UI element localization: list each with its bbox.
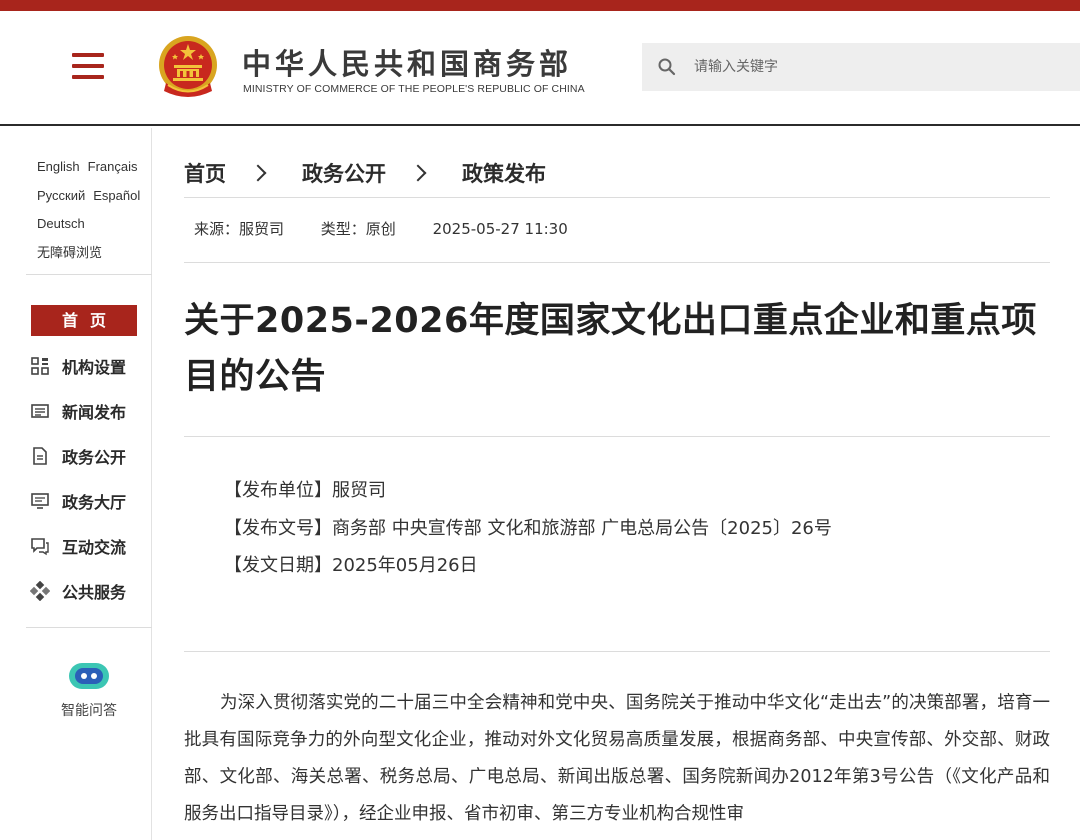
- sidebar-item-public-service[interactable]: 公共服务: [30, 578, 126, 604]
- hamburger-menu-icon[interactable]: [72, 53, 104, 79]
- sidebar-item-gov-affairs[interactable]: 政务公开: [30, 443, 126, 469]
- sidebar-item-interaction[interactable]: 互动交流: [30, 533, 126, 559]
- article-type: 类型：原创: [320, 220, 396, 238]
- document-icon: [33, 447, 47, 465]
- divider: [184, 436, 1050, 437]
- article-issue-date: 【发文日期】2025年05月26日: [224, 555, 478, 576]
- site-title-chinese: 中华人民共和国商务部: [242, 47, 573, 81]
- article-meta: 来源：服贸司 类型：原创 2025-05-27 11:30: [194, 218, 600, 239]
- chevron-right-icon: [249, 164, 267, 182]
- language-links: English Français Русский Español Deutsch 无…: [37, 153, 148, 267]
- sidebar-divider: [26, 274, 152, 275]
- ai-assistant-button[interactable]: 智能问答: [26, 658, 152, 720]
- sidebar-item-organization[interactable]: 机构设置: [30, 353, 126, 379]
- sidebar-item-label: 互动交流: [62, 538, 127, 557]
- service-diamond-icon: [30, 581, 50, 601]
- lang-spanish-link[interactable]: Español: [93, 188, 140, 203]
- search-icon[interactable]: [657, 57, 677, 77]
- sidebar-item-home[interactable]: 首页: [31, 305, 137, 336]
- national-emblem-icon: [159, 36, 217, 97]
- breadcrumb: 首页 政务公开 政策发布: [184, 158, 546, 188]
- chevron-right-icon: [409, 164, 427, 182]
- search-input[interactable]: [694, 43, 1064, 91]
- sidebar-divider: [26, 627, 152, 628]
- sidebar-item-service-hall[interactable]: 政务大厅: [30, 488, 126, 514]
- ai-assistant-label: 智能问答: [61, 703, 117, 719]
- sidebar-item-news[interactable]: 新闻发布: [30, 398, 126, 424]
- article-datetime: 2025-05-27 11:30: [432, 220, 568, 238]
- lang-german-link[interactable]: Deutsch: [37, 216, 85, 231]
- divider: [184, 197, 1050, 198]
- article-title: 关于2025-2026年度国家文化出口重点企业和重点项目的公告: [184, 301, 1037, 397]
- sidebar-item-label: 机构设置: [62, 358, 127, 377]
- accessibility-link[interactable]: 无障碍浏览: [37, 245, 102, 260]
- breadcrumb-policy-release[interactable]: 政策发布: [462, 158, 546, 188]
- sidebar-item-label: 政务公开: [62, 448, 127, 467]
- newspaper-icon: [31, 404, 49, 418]
- sidebar-item-label: 新闻发布: [62, 403, 127, 422]
- site-title-english: MINISTRY OF COMMERCE OF THE PEOPLE'S REP…: [243, 83, 585, 95]
- org-grid-icon: [31, 357, 49, 375]
- chat-icon: [31, 538, 49, 556]
- lang-english-link[interactable]: English: [37, 159, 80, 174]
- divider: [184, 651, 1050, 652]
- lang-french-link[interactable]: Français: [88, 159, 138, 174]
- site-header: 中华人民共和国商务部 MINISTRY OF COMMERCE OF THE P…: [0, 11, 1080, 126]
- sidebar-item-label: 政务大厅: [62, 493, 127, 512]
- top-accent-stripe: [0, 0, 1080, 11]
- article-info: 【发布单位】服贸司 【发布文号】商务部 中央宣传部 文化和旅游部 广电总局公告〔…: [224, 472, 832, 585]
- article-doc-number: 【发布文号】商务部 中央宣传部 文化和旅游部 广电总局公告〔2025〕26号: [224, 517, 832, 539]
- article-body: 为深入贯彻落实党的二十届三中全会精神和党中央、国务院关于推动中华文化“走出去”的…: [184, 693, 1050, 824]
- article-source: 来源：服贸司: [194, 220, 285, 238]
- article-issuer: 【发布单位】服贸司: [224, 480, 386, 501]
- robot-chat-icon: [69, 663, 109, 689]
- divider: [184, 262, 1050, 263]
- sidebar: English Français Русский Español Deutsch 无…: [0, 128, 152, 840]
- monitor-icon: [31, 493, 49, 509]
- search-bar: [642, 43, 1080, 91]
- breadcrumb-gov-affairs[interactable]: 政务公开: [302, 158, 386, 188]
- breadcrumb-home[interactable]: 首页: [184, 158, 226, 188]
- lang-russian-link[interactable]: Русский: [37, 188, 85, 203]
- sidebar-item-label: 公共服务: [62, 583, 127, 602]
